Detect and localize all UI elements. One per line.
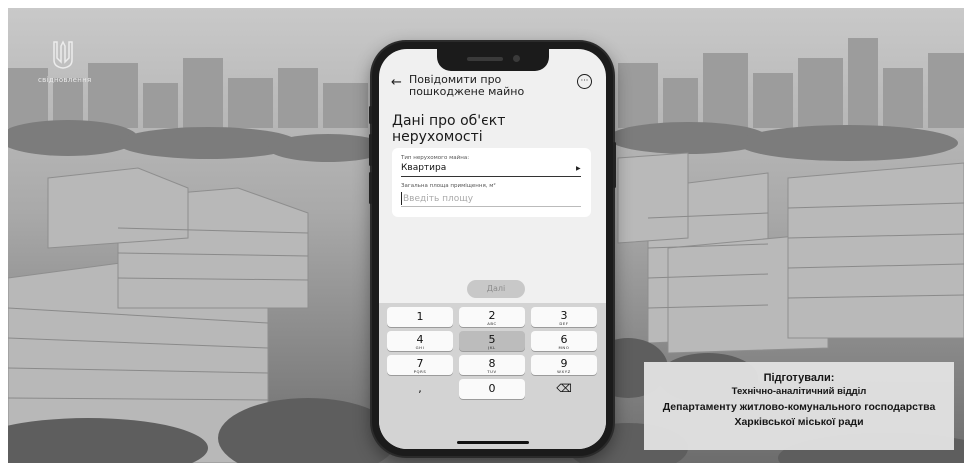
page-title: Дані про об'єкт нерухомості	[392, 113, 582, 145]
app-screen: ← Повідомити про пошкоджене майно ··· Да…	[379, 49, 606, 449]
presentation-slide: свідновлення ← Повідомити про пошкоджене…	[8, 8, 964, 463]
key-letters: MNO	[558, 345, 570, 350]
backspace-key[interactable]: ⌫	[531, 379, 597, 399]
area-label: Загальна площа приміщення, м²	[401, 183, 496, 189]
front-camera	[513, 55, 520, 62]
trident-icon	[53, 40, 73, 69]
next-button[interactable]: Далі	[467, 280, 525, 298]
property-type-underline	[401, 176, 581, 177]
key-letters: TUV	[487, 369, 497, 374]
key-9[interactable]: 9 WXYZ	[531, 355, 597, 375]
phone-power-button	[613, 142, 616, 188]
key-letters: ABC	[487, 321, 497, 326]
credits-line2: Технічно-аналітичний відділ	[731, 386, 867, 397]
key-1[interactable]: 1	[387, 307, 453, 327]
key-digit: 6	[560, 333, 568, 346]
more-options-icon[interactable]: ···	[577, 74, 592, 89]
page-title-line2: нерухомості	[392, 129, 483, 145]
key-letters: WXYZ	[557, 369, 571, 374]
app-header: ← Повідомити про пошкоджене майно ···	[379, 71, 606, 105]
phone-mute-switch	[369, 106, 372, 124]
page-title-line1: Дані про об'єкт	[392, 113, 506, 129]
key-letters: PQRS	[413, 369, 427, 374]
phone-notch	[437, 49, 549, 71]
back-arrow-icon[interactable]: ←	[391, 75, 402, 90]
key-digit: 9	[560, 357, 568, 370]
brand-logo: свідновлення	[38, 40, 92, 84]
key-digit: ,	[418, 382, 422, 395]
credits-line4: Харківської міської ради	[734, 416, 864, 428]
dropdown-arrow-icon[interactable]: ▶	[576, 165, 581, 172]
area-underline	[401, 206, 581, 207]
credits-line1: Підготували:	[763, 372, 835, 384]
header-title-line2: пошкоджене майно	[409, 85, 525, 98]
property-type-select[interactable]: Квартира	[401, 163, 446, 173]
key-6[interactable]: 6 MNO	[531, 331, 597, 351]
logo-text: свідновлення	[38, 76, 92, 84]
backspace-icon: ⌫	[556, 382, 572, 395]
comma-key[interactable]: ,	[387, 379, 453, 399]
property-form-card: Тип нерухомого майна: Квартира ▶ Загальн…	[392, 148, 591, 217]
key-digit: 3	[560, 309, 568, 322]
key-8[interactable]: 8 TUV	[459, 355, 525, 375]
key-digit: 2	[488, 309, 496, 322]
key-digit: 4	[416, 333, 424, 346]
speaker-grille	[467, 57, 503, 61]
key-0[interactable]: 0	[459, 379, 525, 399]
key-letters: DEF	[559, 321, 569, 326]
home-indicator[interactable]	[457, 441, 529, 444]
property-type-label: Тип нерухомого майна:	[401, 155, 470, 161]
key-2[interactable]: 2 ABC	[459, 307, 525, 327]
header-title: Повідомити про пошкоджене майно	[409, 74, 559, 98]
key-digit: 8	[488, 357, 496, 370]
area-input[interactable]	[401, 192, 583, 205]
key-3[interactable]: 3 DEF	[531, 307, 597, 327]
key-7[interactable]: 7 PQRS	[387, 355, 453, 375]
key-digit: 1	[416, 310, 424, 323]
credits-line3: Департаменту житлово-комунального господ…	[662, 401, 936, 413]
phone-mockup: ← Повідомити про пошкоджене майно ··· Да…	[369, 42, 616, 456]
key-5[interactable]: 5 JKL	[459, 331, 525, 351]
numeric-keypad: 1 2 ABC 3 DEF 4 GHI 5 JKL 6 MNO 7 PQRS 8 TUV 9 WXYZ, 0 ⌫	[379, 303, 606, 449]
phone-volume-down	[369, 172, 372, 204]
credits-panel: Підготували: Технічно-аналітичний відділ…	[644, 362, 954, 450]
key-4[interactable]: 4 GHI	[387, 331, 453, 351]
key-digit: 7	[416, 357, 424, 370]
key-digit: 0	[488, 382, 496, 395]
key-digit: 5	[488, 333, 496, 346]
key-letters: JKL	[488, 345, 496, 350]
key-letters: GHI	[415, 345, 425, 350]
phone-volume-up	[369, 134, 372, 166]
